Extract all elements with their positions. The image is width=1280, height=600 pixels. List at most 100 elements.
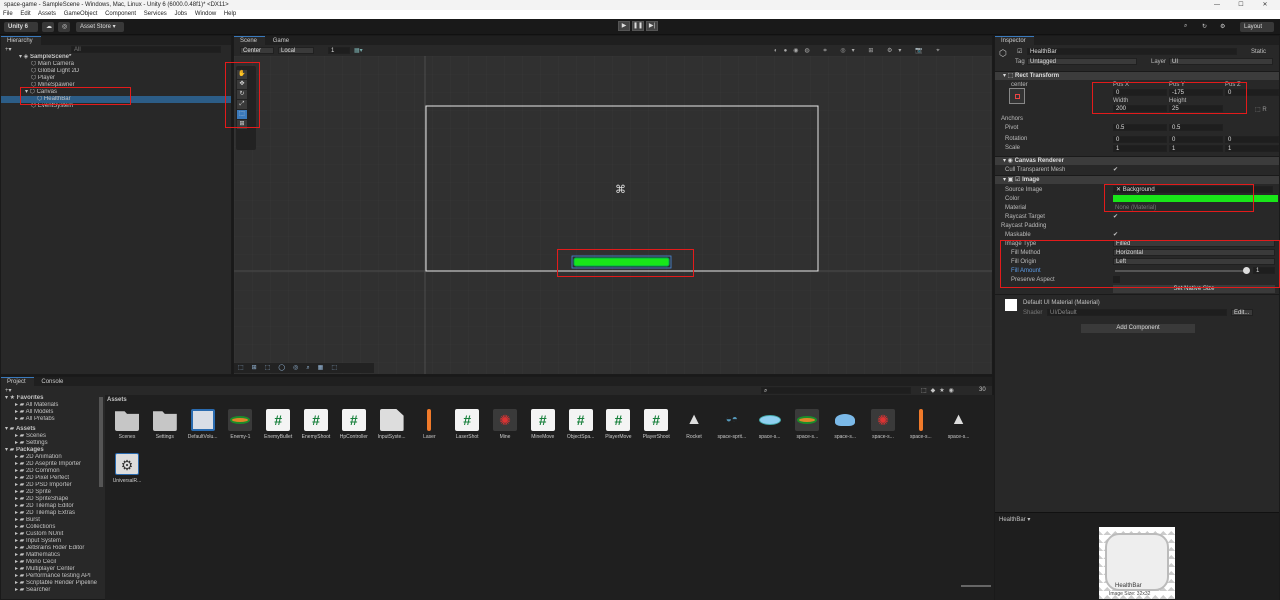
asset-item[interactable]: Laser: [411, 409, 447, 440]
asset-item[interactable]: space-s...: [827, 409, 863, 440]
menu-edit[interactable]: Edit: [20, 11, 30, 17]
overlay-toolbar[interactable]: ⬚⊞⬚◯◎⌕▦⬚: [234, 363, 374, 373]
asset-item[interactable]: ▲ space-s...: [941, 409, 977, 440]
rect-transform-header[interactable]: ▾ ⬚ Rect Transform: [995, 71, 1279, 80]
project-tree-item[interactable]: ▸ ▰ Custom NUnit: [1, 531, 103, 538]
menu-services[interactable]: Services: [144, 11, 167, 17]
cull-checkbox[interactable]: ✔: [1113, 166, 1118, 173]
menu-component[interactable]: Component: [105, 11, 136, 17]
tag-dropdown[interactable]: Untagged: [1027, 58, 1137, 65]
cloud-icon[interactable]: ☁: [42, 22, 54, 32]
play-button[interactable]: ▶: [618, 21, 630, 31]
rotation-y-field[interactable]: 0: [1169, 136, 1223, 143]
asset-item[interactable]: ▲ Rocket: [676, 409, 712, 440]
create-icon[interactable]: +▾: [5, 387, 12, 394]
asset-item[interactable]: # LaserShot: [449, 409, 485, 440]
account-button[interactable]: Unity 6: [4, 22, 38, 32]
minimize-icon[interactable]: —: [1206, 0, 1228, 10]
project-tree-item[interactable]: ▸ ▰ Mono Cecil: [1, 559, 103, 566]
pivot-dropdown[interactable]: Center: [240, 47, 274, 54]
object-name-field[interactable]: HealthBar: [1027, 48, 1237, 55]
project-tree-item[interactable]: ▾ ▰ Packages: [1, 447, 103, 454]
close-icon[interactable]: ✕: [1254, 0, 1276, 10]
project-tree-item[interactable]: ▸ ▰ Scriptable Render Pipeline: [1, 580, 103, 587]
asset-store-button[interactable]: Asset Store ▾: [76, 22, 124, 32]
asset-item[interactable]: DefaultVolu...: [185, 409, 221, 440]
image-header[interactable]: ▾ ▣ ☑ Image: [995, 175, 1279, 184]
project-filter-icons[interactable]: ⬚◆★◉: [921, 387, 958, 394]
project-tree-item[interactable]: ▸ ▰ JetBrains Rider Editor: [1, 545, 103, 552]
raycast-padding-foldout[interactable]: Raycast Padding: [1001, 223, 1046, 229]
anchors-foldout[interactable]: Anchors: [1001, 116, 1023, 122]
menu-file[interactable]: File: [3, 11, 13, 17]
project-tree-item[interactable]: ▸ ▰ All Prefabs: [1, 416, 103, 423]
project-tree-item[interactable]: ▸ ▰ Mathematics: [1, 552, 103, 559]
project-tree-item[interactable]: ▸ ▰ Settings: [1, 440, 103, 447]
hierarchy-item[interactable]: ⬡ Main Camera: [1, 61, 231, 68]
breadcrumb[interactable]: Assets: [107, 397, 127, 403]
menu-jobs[interactable]: Jobs: [174, 11, 187, 17]
shader-dropdown[interactable]: UI/Default: [1047, 309, 1227, 316]
asset-item[interactable]: # PlayerShoot: [638, 409, 674, 440]
project-tree-item[interactable]: ▸ ▰ Multiplayer Center: [1, 566, 103, 573]
asset-item[interactable]: # HpController: [336, 409, 372, 440]
menu-window[interactable]: Window: [195, 11, 216, 17]
pause-button[interactable]: ❚❚: [632, 21, 644, 31]
project-tree-item[interactable]: ▾ ▰ Assets: [1, 426, 103, 433]
grid-size-field[interactable]: 1: [328, 47, 350, 54]
layer-dropdown[interactable]: UI: [1169, 58, 1273, 65]
raycast-target-checkbox[interactable]: ✔: [1113, 213, 1118, 220]
scale-z-field[interactable]: 1: [1225, 145, 1279, 152]
maskable-checkbox[interactable]: ✔: [1113, 231, 1118, 238]
asset-item[interactable]: space-s...: [903, 409, 939, 440]
rotation-z-field[interactable]: 0: [1225, 136, 1279, 143]
asset-item[interactable]: ✺ Mine: [487, 409, 523, 440]
zoom-slider[interactable]: [961, 585, 991, 587]
scale-x-field[interactable]: 1: [1113, 145, 1167, 152]
rotation-x-field[interactable]: 0: [1113, 136, 1167, 143]
step-button[interactable]: ▶|: [646, 21, 658, 31]
asset-item[interactable]: Scenes: [109, 409, 145, 440]
asset-item[interactable]: Enemy-1: [222, 409, 258, 440]
add-component-button[interactable]: Add Component: [1081, 324, 1195, 333]
project-tree-item[interactable]: ▸ ▰ 2D Tilemap Extras: [1, 510, 103, 517]
menu-gameobject[interactable]: GameObject: [64, 11, 98, 17]
project-tree-item[interactable]: ▸ ▰ 2D Animation: [1, 454, 103, 461]
tab-inspector[interactable]: Inspector: [995, 36, 1034, 45]
scale-y-field[interactable]: 1: [1169, 145, 1223, 152]
add-icon[interactable]: +▾: [5, 46, 12, 53]
pivot-x-field[interactable]: 0.5: [1113, 124, 1167, 131]
pivot-y-field[interactable]: 0.5: [1169, 124, 1223, 131]
grid-snap-icon[interactable]: ▦▾: [354, 47, 363, 54]
blueprint-icons[interactable]: ⬚ R: [1255, 106, 1267, 113]
project-tree-item[interactable]: ▸ ▰ Performance testing API: [1, 573, 103, 580]
asset-item[interactable]: space-s...: [752, 409, 788, 440]
shader-edit-button[interactable]: Edit...: [1231, 309, 1253, 316]
tab-hierarchy[interactable]: Hierarchy: [1, 36, 41, 45]
maximize-icon[interactable]: ☐: [1230, 0, 1252, 10]
anchor-preset-button[interactable]: [1009, 88, 1025, 104]
canvas-renderer-header[interactable]: ▾ ◉ Canvas Renderer: [995, 156, 1279, 165]
project-tree-item[interactable]: ▸ ▰ All Materials: [1, 402, 103, 409]
project-tree-item[interactable]: ▸ ▰ All Models: [1, 409, 103, 416]
active-checkbox[interactable]: ☑: [1017, 48, 1022, 55]
tree-scrollbar[interactable]: [99, 397, 103, 487]
settings-icon[interactable]: ⚙: [1220, 23, 1225, 30]
project-tree-item[interactable]: ▸ ▰ Collections: [1, 524, 103, 531]
project-tree-item[interactable]: ▸ ▰ Searcher: [1, 587, 103, 594]
preview-dropdown[interactable]: HealthBar ▾: [999, 516, 1030, 523]
tab-project[interactable]: Project: [1, 377, 34, 386]
scene-view-options[interactable]: ◐●◉◍ ⌗ ◎▾ ⊞ ⚙▾ 📷 ⌖: [774, 47, 946, 55]
project-tree-item[interactable]: ▸ ▰ 2D Sprite: [1, 489, 103, 496]
project-tree-item[interactable]: ▸ ▰ Scenes: [1, 433, 103, 440]
asset-item[interactable]: # EnemyBullet: [260, 409, 296, 440]
asset-item[interactable]: # ObjectSpa...: [563, 409, 599, 440]
project-tree-item[interactable]: ▾ ★ Favorites: [1, 395, 103, 402]
asset-item[interactable]: Settings: [147, 409, 183, 440]
project-search-input[interactable]: ⌕: [761, 387, 911, 394]
asset-item[interactable]: ✺ space-s...: [865, 409, 901, 440]
asset-item[interactable]: space-s...: [789, 409, 825, 440]
hierarchy-search-input[interactable]: All: [71, 46, 221, 53]
asset-item[interactable]: InputSyste...: [374, 409, 410, 440]
hierarchy-item[interactable]: ⬡ Player: [1, 75, 231, 82]
